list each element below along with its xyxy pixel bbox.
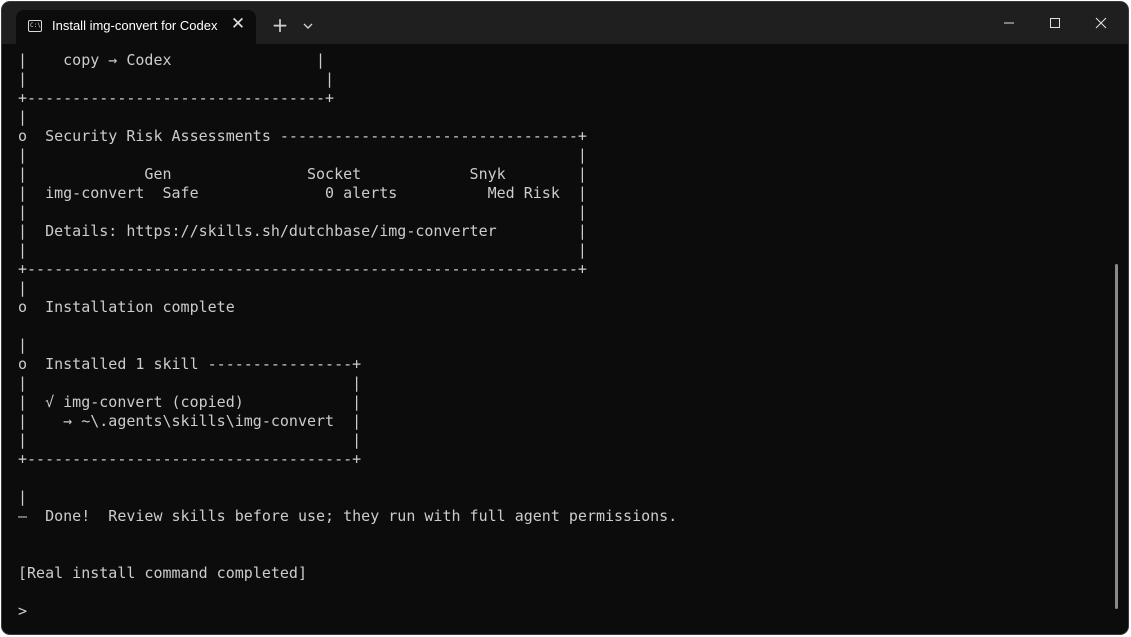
terminal-line: | xyxy=(18,108,28,126)
minimize-icon xyxy=(1004,22,1014,24)
terminal-line: | xyxy=(18,279,28,297)
minimize-button[interactable] xyxy=(986,2,1032,44)
terminal-line: | Details: https://skills.sh/dutchbase/i… xyxy=(18,222,587,240)
terminal-line: | | xyxy=(18,241,587,259)
terminal-line: | xyxy=(18,336,28,354)
terminal-line: | | xyxy=(18,146,587,164)
close-window-button[interactable] xyxy=(1078,2,1124,44)
terminal-output[interactable]: | copy → Codex | | | +------------------… xyxy=(2,44,1128,634)
terminal-line: | xyxy=(18,488,28,506)
tab-title: Install img-convert for Codex xyxy=(52,18,218,33)
terminal-line: o Security Risk Assessments ------------… xyxy=(18,127,587,145)
terminal-scrollbar[interactable] xyxy=(1115,264,1118,609)
title-bar: C:\ Install img-convert for Codex ✕ + xyxy=(2,2,1128,44)
maximize-icon xyxy=(1050,18,1060,28)
close-icon[interactable]: ✕ xyxy=(228,14,248,34)
terminal-line: | √ img-convert (copied) | xyxy=(18,393,362,411)
terminal-line: +---------------------------------------… xyxy=(18,260,587,278)
new-tab-button[interactable]: + xyxy=(268,14,292,38)
terminal-line: | → ~\.agents\skills\img-convert | xyxy=(18,412,362,430)
terminal-line: | | xyxy=(18,431,362,449)
terminal-line: o Installation complete xyxy=(18,298,235,316)
terminal-line: | img-convert Safe 0 alerts Med Risk | xyxy=(18,184,587,202)
tab-install-img-convert[interactable]: C:\ Install img-convert for Codex ✕ xyxy=(16,10,256,44)
terminal-line: +---------------------------------+ xyxy=(18,89,335,107)
maximize-button[interactable] xyxy=(1032,2,1078,44)
terminal-line: | | xyxy=(18,374,362,392)
terminal-line: +------------------------------------+ xyxy=(18,450,362,468)
terminal-line: | | xyxy=(18,70,335,88)
chevron-down-icon[interactable] xyxy=(298,16,318,36)
terminal-window: C:\ Install img-convert for Codex ✕ + | … xyxy=(2,2,1128,634)
terminal-line: | copy → Codex | xyxy=(18,51,326,69)
terminal-line: | | xyxy=(18,203,587,221)
terminal-prompt[interactable]: > xyxy=(18,602,27,621)
terminal-line: o Installed 1 skill ----------------+ xyxy=(18,355,362,373)
terminal-line: | Gen Socket Snyk | xyxy=(18,165,587,183)
terminal-icon: C:\ xyxy=(28,20,42,32)
terminal-line: [Real install command completed] xyxy=(18,564,307,582)
terminal-line: — Done! Review skills before use; they r… xyxy=(18,507,678,525)
close-icon xyxy=(1095,17,1107,29)
